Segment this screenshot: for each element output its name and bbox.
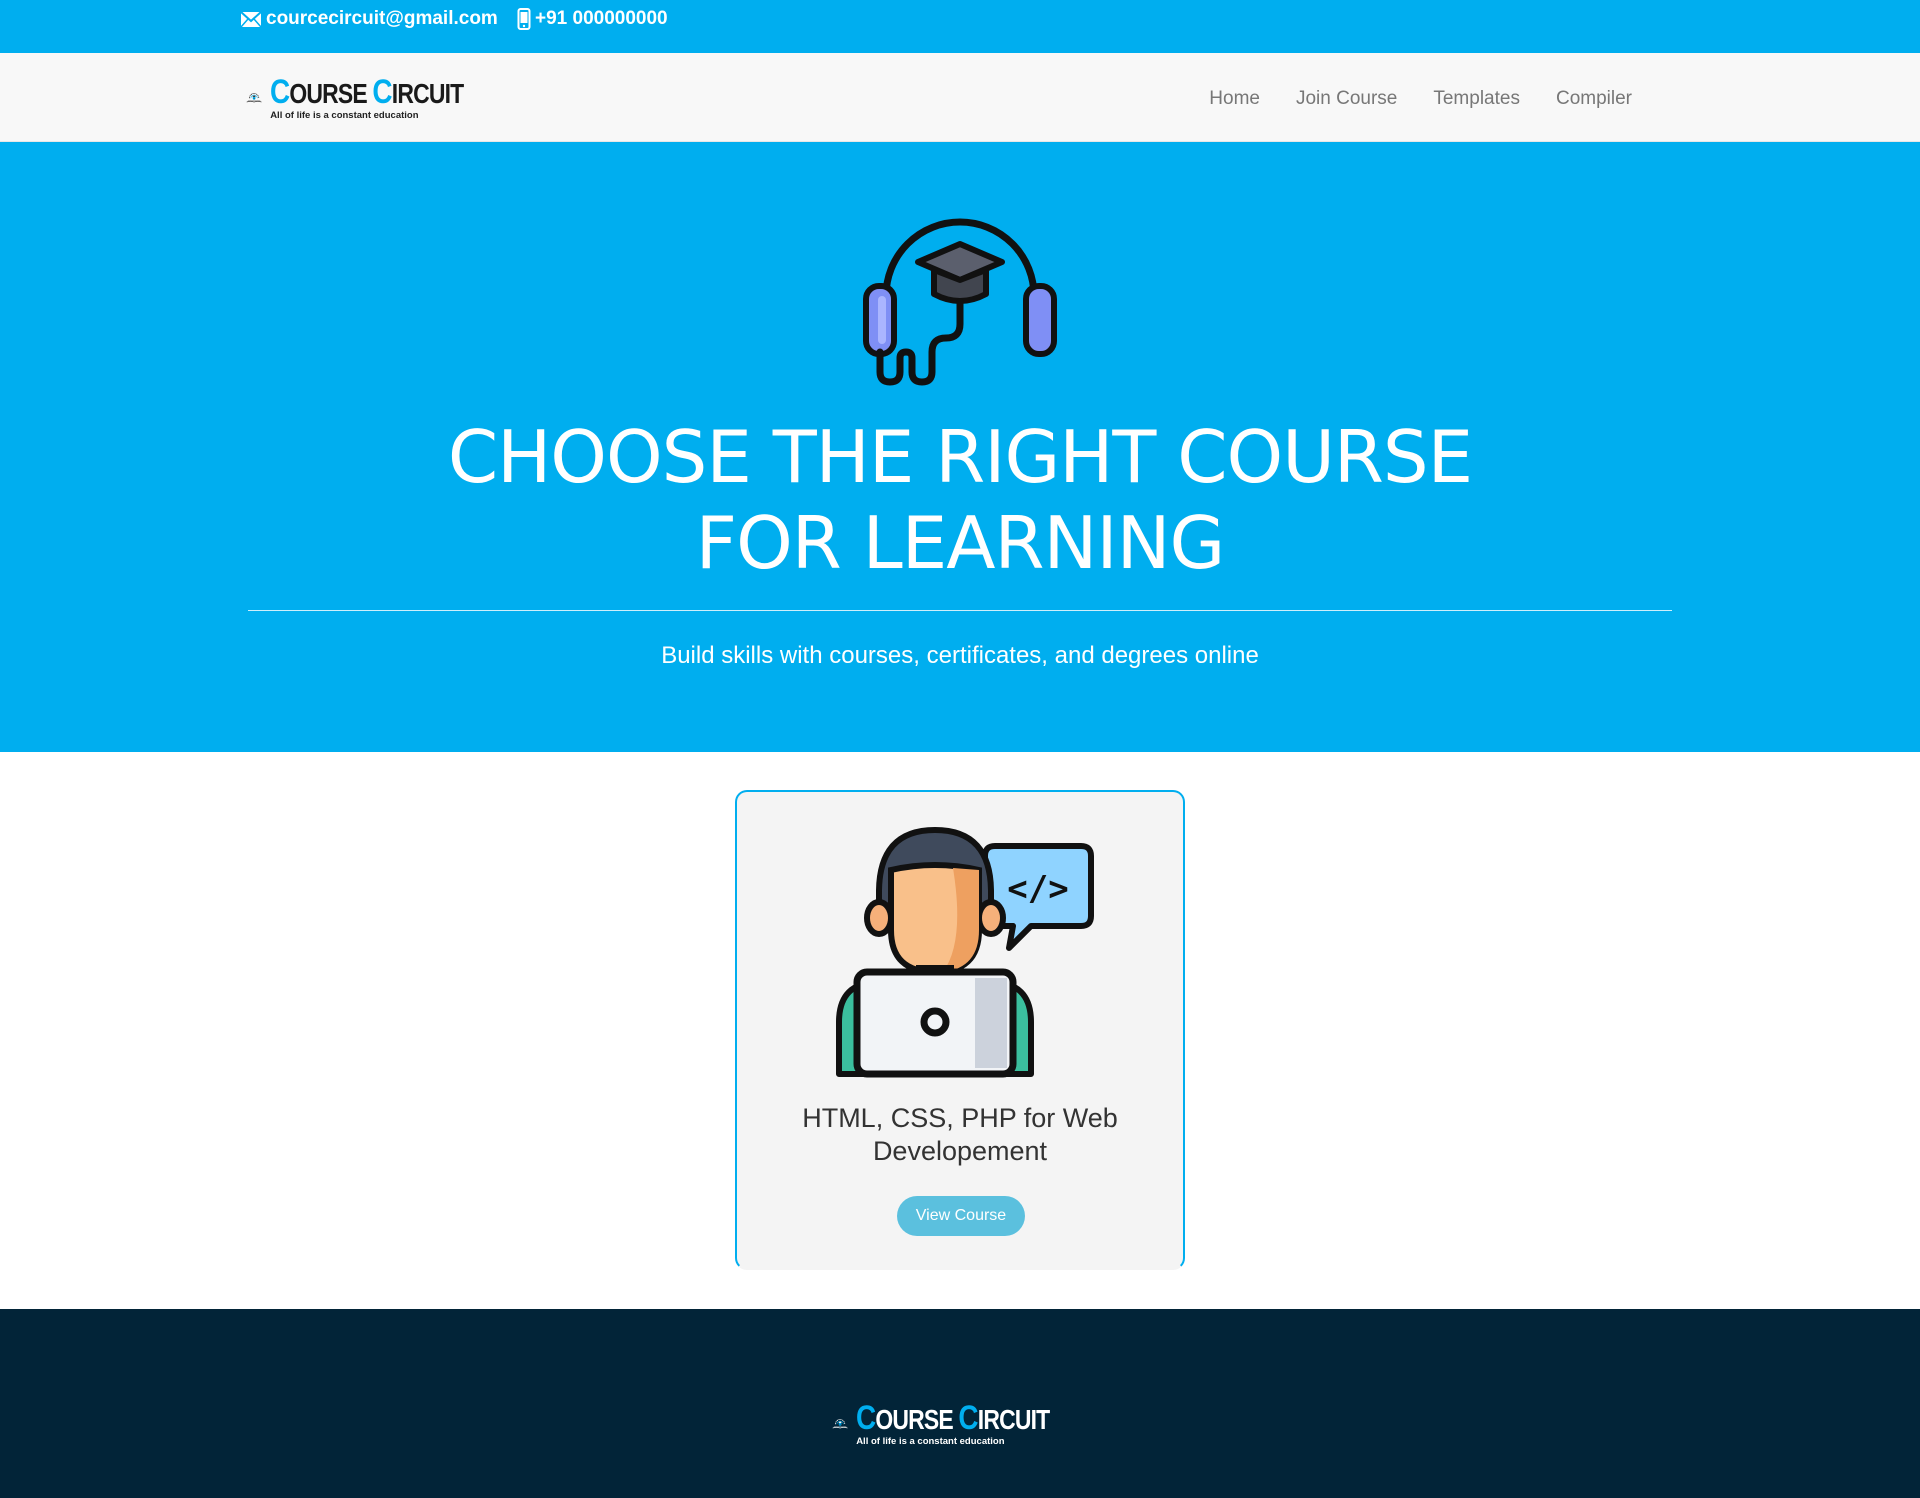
- contact-phone[interactable]: +91 000000000: [517, 8, 668, 30]
- brand-name: COURSE CIRCUIT: [270, 73, 464, 112]
- nav-compiler[interactable]: Compiler: [1538, 83, 1650, 115]
- main-nav: Home Join Course Templates Compiler: [1191, 83, 1650, 115]
- hero-title-line2: FOR LEARNING: [695, 501, 1226, 585]
- footer-brand-logo[interactable]: COURSE CIRCUIT All of life is a constant…: [832, 1393, 1092, 1455]
- hero-title-line1: CHOOSE THE RIGHT COURSE: [447, 415, 1473, 499]
- footer: COURSE CIRCUIT All of life is a constant…: [0, 1309, 1920, 1498]
- hero-subtitle: Build skills with courses, certificates,…: [661, 642, 1259, 669]
- svg-text:</>: </>: [1007, 869, 1068, 909]
- course-title: HTML, CSS, PHP for Web Developement: [802, 1103, 1118, 1166]
- nav-join-course[interactable]: Join Course: [1278, 83, 1415, 115]
- course-card: </> HTML, CSS, PHP for Web Developement …: [735, 790, 1185, 1270]
- contact-email-text: courcecircuit@gmail.com: [266, 8, 498, 29]
- headphones-graduation-cap-icon: [863, 218, 1057, 386]
- hero-section: CHOOSE THE RIGHT COURSE FOR LEARNING Bui…: [0, 142, 1920, 752]
- envelope-icon: [240, 10, 262, 28]
- brand-logo[interactable]: COURSE CIRCUIT All of life is a constant…: [246, 67, 506, 129]
- contact-bar: courcecircuit@gmail.com +91 000000000: [0, 0, 1920, 53]
- contact-email[interactable]: courcecircuit@gmail.com: [240, 8, 498, 30]
- footer-brand-name: COURSE CIRCUIT: [856, 1399, 1050, 1438]
- view-course-button[interactable]: View Course: [897, 1196, 1025, 1236]
- nav-templates[interactable]: Templates: [1415, 83, 1538, 115]
- hero-title: CHOOSE THE RIGHT COURSE FOR LEARNING: [0, 414, 1920, 586]
- brand-tagline: All of life is a constant education: [270, 110, 419, 122]
- nav-home[interactable]: Home: [1191, 83, 1278, 115]
- contact-phone-text: +91 000000000: [535, 8, 668, 29]
- mobile-phone-icon: [517, 8, 531, 30]
- footer-brand-tagline: All of life is a constant education: [856, 1436, 1005, 1448]
- developer-with-laptop-icon: </>: [836, 826, 1094, 1078]
- logo-book-icon: [246, 93, 262, 103]
- logo-book-icon: [832, 1419, 848, 1429]
- hero-divider: [248, 610, 1672, 611]
- navbar: COURSE CIRCUIT All of life is a constant…: [0, 53, 1920, 142]
